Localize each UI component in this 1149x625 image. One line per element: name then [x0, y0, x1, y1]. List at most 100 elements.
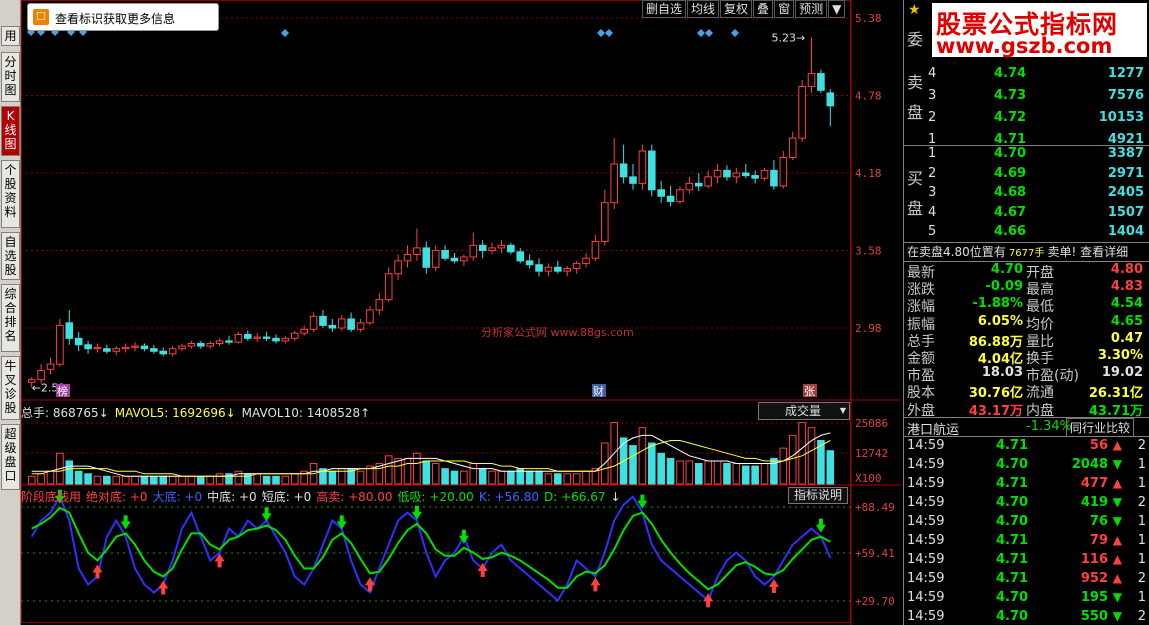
tooltip-text: 查看标识获取更多信息 [55, 12, 176, 26]
volume-bar-13 [150, 475, 158, 485]
up-arrow-icon: ▲ [1112, 438, 1122, 452]
candle-body-68 [666, 195, 675, 202]
left-tab-3[interactable]: 个股资料 [1, 160, 20, 228]
candle-body-80 [779, 157, 788, 187]
order-price: 4.69 [994, 165, 1027, 181]
candle-body-32 [328, 324, 337, 329]
left-tab-1[interactable]: 分时图 [1, 52, 20, 102]
chart-btn-2[interactable]: 复权 [720, 0, 753, 18]
buy-arrow-7 [92, 564, 103, 579]
tick-row[interactable]: 14:59 4.71 952 ▲ 2 [904, 571, 1149, 590]
candle-body-73 [713, 169, 722, 178]
volume-bar-58 [572, 473, 581, 485]
volume-bar-79 [770, 457, 778, 485]
left-tab-4[interactable]: 自选股 [1, 232, 20, 280]
volume-bar-67 [657, 452, 665, 485]
order-price: 4.73 [994, 88, 1027, 103]
candle-body-12 [140, 345, 149, 350]
buy-order-row[interactable]: 5 4.66 1404 [926, 224, 1148, 244]
tick-row[interactable]: 14:59 4.71 477 ▲ 1 [904, 476, 1149, 495]
left-tab-6[interactable]: 牛叉诊股 [1, 356, 20, 420]
chart-canvas[interactable]: 5.38 4.78 4.18 3.58 2.98 25086 12742 X100 +88.49… [21, 0, 901, 625]
candle-body-6 [84, 344, 92, 350]
tick-row[interactable]: 14:59 4.70 195 ▼ 1 [904, 590, 1149, 609]
left-tab-5[interactable]: 综合排名 [1, 284, 20, 352]
price-tick-0: 5.38 [855, 12, 882, 25]
indicator-explain-button[interactable]: 指标说明 [788, 487, 848, 504]
industry-compare-button[interactable]: 同行业比较 [1066, 418, 1135, 437]
volume-bar-5 [74, 470, 83, 485]
tick-row[interactable]: 14:59 4.71 56 ▲ 2 [904, 438, 1149, 457]
volume-bar-2 [46, 470, 55, 485]
left-tab-7[interactable]: 超级盘口 [1, 424, 20, 490]
tick-price: 4.71 [996, 533, 1029, 548]
chart-btn-0[interactable]: 删自选 [642, 0, 687, 18]
chart-menu-icon[interactable]: ▼ [828, 0, 846, 18]
buy-order-row[interactable]: 1 4.70 3387 [926, 146, 1148, 166]
candle-body-26 [272, 337, 280, 342]
tick-row[interactable]: 14:59 4.70 550 ▼ 2 [904, 609, 1149, 625]
buy-order-row[interactable]: 2 4.69 2971 [926, 166, 1148, 186]
order-price: 4.66 [994, 224, 1027, 239]
stat-value: 6.05% [977, 313, 1023, 329]
volume-bar-9 [112, 475, 121, 485]
volume-bar-77 [751, 465, 759, 485]
candle-body-85 [826, 92, 835, 107]
candle-body-65 [638, 150, 647, 184]
order-price: 4.70 [994, 146, 1027, 161]
candle-body-5 [74, 337, 83, 346]
left-tab-2[interactable]: K线图 [1, 106, 20, 156]
sell-order-row[interactable]: 3 4.73 7576 [926, 88, 1148, 108]
buy-order-row[interactable]: 4 4.67 1507 [926, 205, 1148, 225]
indicator-stat-0: 阶段底线用 [21, 490, 82, 504]
sell-order-row[interactable]: 4 4.74 1277 [926, 66, 1148, 86]
buy-order-row[interactable]: 3 4.68 2405 [926, 185, 1148, 205]
chart-btn-4[interactable]: 窗 [774, 0, 795, 18]
volume-bar-44 [441, 468, 449, 485]
volume-bar-69 [676, 460, 684, 485]
candle-body-47 [469, 244, 478, 258]
volume-bar-41 [413, 452, 421, 485]
signal-diamond-8 [697, 29, 705, 37]
sell-order-row[interactable]: 2 4.72 10153 [926, 110, 1148, 130]
tick-time: 14:59 [907, 571, 945, 586]
star-icon[interactable]: ★ [908, 2, 921, 18]
down-arrow-icon: ▼ [1112, 590, 1122, 604]
price-tick-1: 4.78 [855, 90, 882, 103]
down-arrow-icon: ▼ [1112, 495, 1122, 509]
indicator-stat-4: 短底: +0 [261, 490, 312, 504]
chart-btn-1[interactable]: 均线 [687, 0, 720, 18]
chart-btn-3[interactable]: 叠 [753, 0, 774, 18]
left-tab-0[interactable]: 用 [1, 26, 20, 46]
down-arrow-icon: ▼ [1112, 457, 1122, 471]
tick-row[interactable]: 14:59 4.70 2048 ▼ 1 [904, 457, 1149, 476]
volume-bar-74 [723, 463, 731, 485]
tick-volume: 195 [1080, 590, 1108, 605]
price-tick-3: 3.58 [855, 245, 882, 258]
indicator-stat-2: 大底: +0 [152, 490, 203, 504]
volume-indicator-dropdown[interactable]: 成交量 [758, 402, 850, 420]
tick-time: 14:59 [907, 495, 945, 510]
candle-body-72 [704, 176, 712, 187]
sell-order-notice[interactable]: 在卖盘4.80位置有 7677手 卖单! 查看详细 [907, 243, 1128, 260]
banner-url: www.gszb.com [936, 34, 1113, 58]
tick-row[interactable]: 14:59 4.70 76 ▼ 1 [904, 514, 1149, 533]
tick-row[interactable]: 14:59 4.71 116 ▲ 1 [904, 552, 1149, 571]
chart-btn-5[interactable]: 预测 [795, 0, 828, 18]
volume-bar-72 [704, 460, 712, 485]
candle-body-35 [356, 322, 365, 330]
notice-link[interactable]: 查看详细 [1076, 245, 1128, 259]
kline-chart-area[interactable]: 5.38 4.78 4.18 3.58 2.98 25086 12742 X100 +88.49… [21, 0, 901, 625]
stat-value: -0.09 [985, 279, 1023, 295]
order-qty: 1404 [1107, 224, 1144, 239]
candle-body-15 [168, 348, 177, 355]
quote-panel: ★ 委 股票公式指标网 www.gszb.com 卖盘 4 4.74 1277 3 4.7… [903, 0, 1149, 625]
candle-body-10 [121, 346, 130, 350]
tick-row[interactable]: 14:59 4.70 419 ▼ 2 [904, 495, 1149, 514]
volume-bar-85 [826, 450, 835, 485]
candle-body-30 [309, 315, 318, 330]
order-qty: 1507 [1107, 204, 1144, 220]
tick-row[interactable]: 14:59 4.71 79 ▲ 1 [904, 533, 1149, 552]
info-tooltip[interactable]: ☐ 查看标识获取更多信息 [27, 3, 219, 31]
volume-bar-43 [431, 463, 440, 485]
